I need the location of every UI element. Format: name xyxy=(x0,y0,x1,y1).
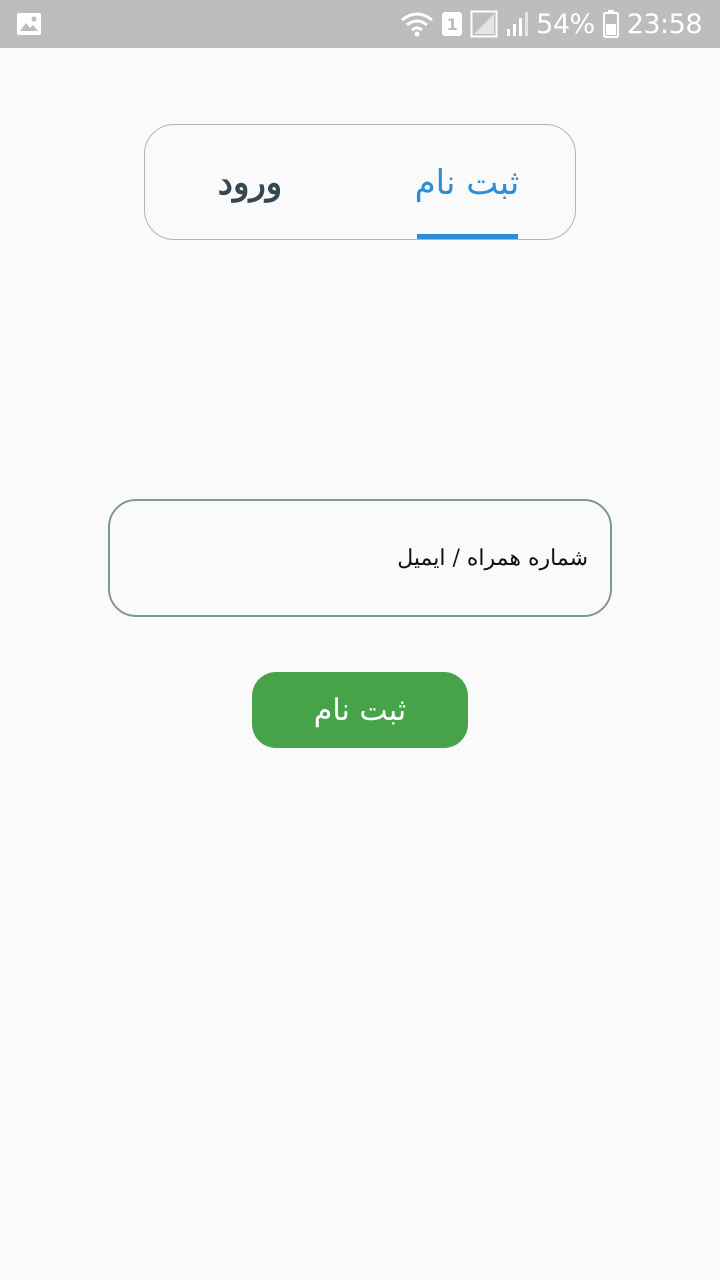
no-signal-icon xyxy=(470,10,498,38)
sim-icon: 1 xyxy=(442,12,463,36)
register-button[interactable]: ثبت نام xyxy=(252,672,468,748)
wifi-icon xyxy=(400,11,434,37)
battery-percent: 54% xyxy=(536,8,595,40)
tab-login[interactable]: ورود xyxy=(185,125,315,239)
signal-icon xyxy=(506,11,529,37)
battery-icon xyxy=(602,10,619,38)
auth-tabs: ورود ثبت نام xyxy=(144,124,576,240)
phone-or-email-input[interactable] xyxy=(130,501,590,615)
clock: 23:58 xyxy=(626,8,703,40)
active-tab-indicator xyxy=(417,234,518,239)
status-icons: 1 54% 23:58 xyxy=(400,0,703,48)
image-icon xyxy=(16,11,42,37)
tab-register[interactable]: ثبت نام xyxy=(407,125,527,239)
identifier-field-container xyxy=(108,499,612,617)
status-bar: 1 54% 23:58 xyxy=(0,0,720,48)
